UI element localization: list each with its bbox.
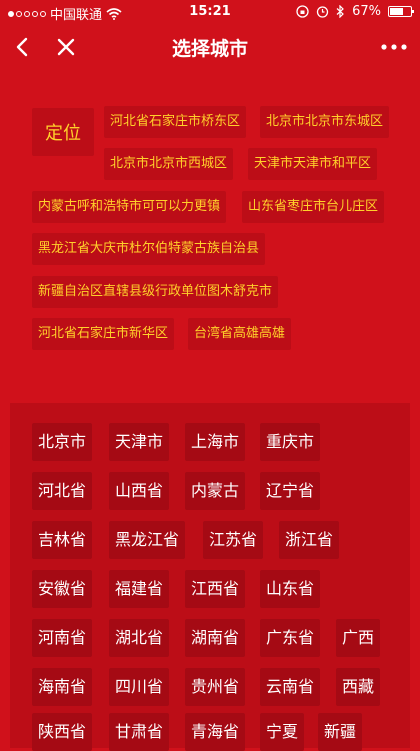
more-dots-icon [381,44,407,50]
province-option[interactable]: 四川省 [109,668,170,706]
province-option[interactable]: 云南省 [260,668,321,706]
province-option[interactable]: 吉林省 [32,521,93,559]
locate-label: 定位 [32,108,94,156]
province-option[interactable]: 安徽省 [32,570,93,608]
province-option[interactable]: 青海省 [185,713,246,751]
province-option[interactable]: 山东省 [260,570,321,608]
province-option[interactable]: 重庆市 [260,423,321,461]
battery-icon [388,6,414,17]
province-option[interactable]: 福建省 [109,570,170,608]
located-city-option[interactable]: 黑龙江省大庆市杜尔伯特蒙古族自治县 [32,233,266,265]
province-option[interactable]: 浙江省 [279,521,340,559]
battery-percent: 67% [352,4,381,19]
province-option[interactable]: 河南省 [32,619,93,657]
located-city-option[interactable]: 台湾省高雄高雄 [188,318,292,350]
located-city-option[interactable]: 北京市北京市东城区 [260,106,390,138]
province-option[interactable]: 辽宁省 [260,472,321,510]
nav-bar: 选择城市 [0,24,420,70]
province-option[interactable]: 天津市 [109,423,170,461]
province-option[interactable]: 湖北省 [109,619,170,657]
province-option[interactable]: 贵州省 [185,668,246,706]
province-option[interactable]: 黑龙江省 [109,521,186,559]
province-option[interactable]: 广东省 [260,619,321,657]
province-option[interactable]: 北京市 [32,423,93,461]
province-option[interactable]: 海南省 [32,668,93,706]
province-option[interactable]: 江西省 [185,570,246,608]
located-city-option[interactable]: 天津市天津市和平区 [248,148,378,180]
province-option[interactable]: 西藏 [336,668,381,706]
located-city-option[interactable]: 新疆自治区直辖县级行政单位图木舒克市 [32,276,279,308]
page-title: 选择城市 [171,38,248,60]
province-option[interactable]: 陕西省 [32,713,93,751]
province-option[interactable]: 湖南省 [185,619,246,657]
located-city-option[interactable]: 山东省枣庄市台儿庄区 [242,191,385,223]
located-city-option[interactable]: 河北省石家庄市新华区 [32,318,175,350]
status-bar: 中国联通 15:21 67% [0,0,420,24]
status-right: 67% [296,4,414,19]
province-option[interactable]: 江苏省 [203,521,264,559]
province-option[interactable]: 河北省 [32,472,93,510]
more-button[interactable] [372,24,416,70]
located-city-option[interactable]: 河北省石家庄市桥东区 [104,106,247,138]
province-option[interactable]: 甘肃省 [109,713,170,751]
province-option[interactable]: 山西省 [109,472,170,510]
province-option[interactable]: 上海市 [185,423,246,461]
alarm-icon [316,6,329,18]
located-city-option[interactable]: 北京市北京市西城区 [104,148,234,180]
province-option[interactable]: 内蒙古 [185,472,246,510]
bluetooth-icon [336,5,344,18]
province-option[interactable]: 宁夏 [260,713,305,751]
province-option[interactable]: 广西 [336,619,381,657]
province-option[interactable]: 新疆 [318,713,363,751]
rotation-lock-icon [296,5,309,18]
located-city-option[interactable]: 内蒙古呼和浩特市可可以力更镇 [32,191,227,223]
